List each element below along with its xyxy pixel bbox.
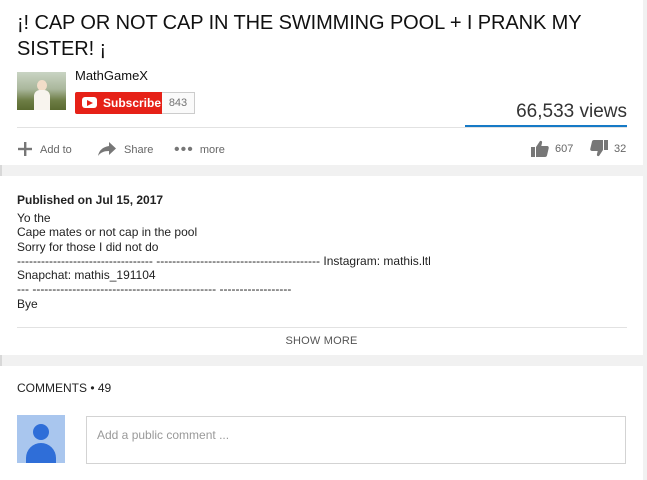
- subscribe-button[interactable]: Subscribe: [75, 92, 162, 114]
- user-avatar: [17, 415, 65, 463]
- thumbs-up-icon: [531, 140, 549, 157]
- comments-card: COMMENTS • 49: [0, 366, 643, 480]
- channel-name[interactable]: MathGameX: [75, 68, 148, 83]
- comment-input[interactable]: [86, 416, 626, 464]
- description-divider: [17, 327, 627, 328]
- add-to-label: Add to: [40, 143, 72, 156]
- dislike-count: 32: [614, 142, 627, 155]
- avatar-body: [26, 443, 56, 463]
- thumbnail-figure-body: [34, 90, 50, 110]
- description-card: Published on Jul 15, 2017 Yo the Cape ma…: [0, 176, 643, 355]
- publish-date: Published on Jul 15, 2017: [17, 193, 164, 207]
- dislike-button[interactable]: 32: [590, 140, 626, 157]
- youtube-play-icon: [82, 97, 97, 108]
- more-dots-icon: •••: [174, 141, 194, 158]
- info-divider: [17, 127, 627, 128]
- share-label: Share: [124, 143, 154, 156]
- comments-header: COMMENTS • 49: [17, 381, 112, 395]
- views-sentiment-bar: [465, 125, 627, 127]
- subscriber-count: 843: [162, 92, 195, 114]
- add-to-button[interactable]: Add to: [17, 141, 72, 158]
- plus-icon: [17, 141, 33, 158]
- video-title: ¡! CAP OR NOT CAP IN THE SWIMMING POOL +…: [17, 12, 582, 60]
- like-count: 607: [555, 142, 574, 155]
- avatar-head: [33, 424, 49, 440]
- view-count: 66,533 views: [516, 101, 627, 122]
- more-button[interactable]: ••• more: [174, 141, 225, 159]
- share-button[interactable]: Share: [97, 141, 153, 158]
- description-text: Yo the Cape mates or not cap in the pool…: [17, 211, 431, 311]
- show-more-button[interactable]: SHOW MORE: [0, 335, 643, 347]
- channel-thumbnail[interactable]: [17, 72, 66, 110]
- video-info-card: ¡! CAP OR NOT CAP IN THE SWIMMING POOL +…: [0, 0, 643, 165]
- subscribe-label: Subscribe: [103, 96, 162, 110]
- more-label: more: [199, 144, 225, 156]
- like-button[interactable]: 607: [531, 140, 573, 157]
- share-arrow-icon: [97, 141, 117, 158]
- thumbs-down-icon: [590, 140, 608, 157]
